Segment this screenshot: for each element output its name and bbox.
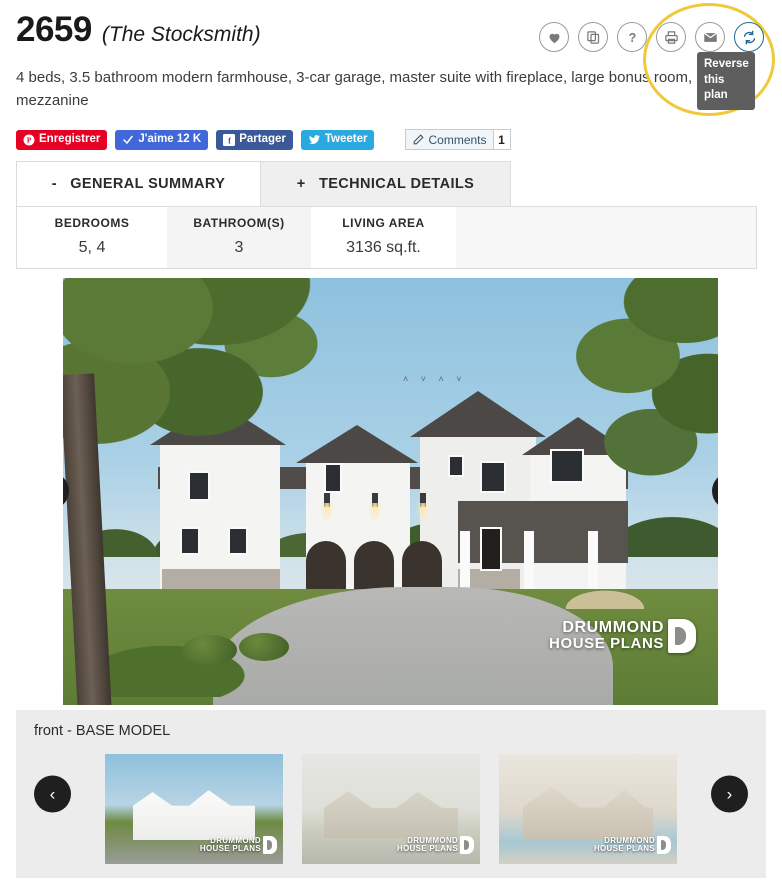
stat-bedrooms-label: BEDROOMS <box>54 215 130 230</box>
pinterest-save-label: Enregistrer <box>39 132 101 145</box>
plan-name: (The Stocksmith) <box>101 23 261 46</box>
hedge-b <box>239 632 289 661</box>
porch-column-1 <box>460 530 470 593</box>
watermark: DRUMMOND HOUSE PLANS <box>549 618 696 653</box>
thumbnail-item[interactable]: DRUMMOND HOUSE PLANS <box>105 754 283 864</box>
stat-bathrooms: BATHROOM(S) 3 <box>167 206 311 268</box>
question-icon[interactable]: ? <box>617 22 647 52</box>
drummond-d-logo-icon <box>460 836 474 854</box>
thumbnail-watermark: DRUMMOND HOUSE PLANS <box>200 836 277 854</box>
envelope-icon[interactable] <box>695 22 725 52</box>
thumbnail-list: DRUMMOND HOUSE PLANS DRUMMOND HOUSE PLAN… <box>16 754 766 864</box>
thumbnail-next-button[interactable]: › <box>711 775 748 813</box>
watermark-line-1: DRUMMOND <box>562 618 664 636</box>
drummond-d-logo-icon <box>657 836 671 854</box>
tab-general-summary-label: GENERAL SUMMARY <box>70 175 226 192</box>
stat-living-area-value: 3136 sq.ft. <box>346 238 421 256</box>
tab-general-summary[interactable]: - GENERAL SUMMARY <box>16 160 261 206</box>
gallery-caption: front - BASE MODEL <box>34 723 171 739</box>
twitter-tweet-label: Tweeter <box>324 132 368 145</box>
thumbnail-strip: front - BASE MODEL DRUMMOND HOUSE PLANS … <box>16 710 766 878</box>
garage-lamp-3 <box>416 492 430 523</box>
stat-bathrooms-value: 3 <box>234 238 244 256</box>
tab-technical-details-prefix: + <box>296 175 306 192</box>
tab-general-summary-prefix: - <box>51 175 57 192</box>
hedge-a <box>183 634 237 665</box>
front-door <box>480 526 502 571</box>
window-arched-center <box>480 460 506 493</box>
facebook-like-label: J'aime 12 K <box>138 132 202 145</box>
drummond-d-logo-icon <box>668 618 696 653</box>
garage-door-3 <box>402 540 442 593</box>
svg-text:?: ? <box>628 30 636 44</box>
tab-technical-details[interactable]: + TECHNICAL DETAILS <box>261 160 511 206</box>
chevron-left-icon: ‹ <box>49 784 56 804</box>
drummond-d-logo-icon <box>263 836 277 854</box>
stats-filler <box>456 206 756 268</box>
reverse-plan-tooltip: Reverse this plan <box>697 52 755 110</box>
window-gable-center <box>448 454 464 477</box>
chevron-right-icon: › <box>726 784 733 804</box>
thumbnail-watermark-line-2: HOUSE PLANS <box>199 844 261 853</box>
stat-bedrooms: BEDROOMS 5, 4 <box>17 206 167 268</box>
hero-image[interactable]: ˄ ˅ ˄ ˅ DRUMMOND HOUSE PLANS <box>63 277 718 705</box>
printer-icon[interactable] <box>656 22 686 52</box>
thumbnail-watermark-line-2: HOUSE PLANS <box>593 844 655 853</box>
plan-stats-table: BEDROOMS 5, 4 BATHROOM(S) 3 LIVING AREA … <box>16 205 757 269</box>
garage-door-2 <box>354 540 394 593</box>
comments-label: Comments <box>428 132 487 147</box>
comments-control: Comments 1 <box>405 129 511 150</box>
foreground-tree-left <box>63 277 343 554</box>
thumbnail-watermark: DRUMMOND HOUSE PLANS <box>397 836 474 854</box>
stat-bedrooms-value: 5, 4 <box>78 238 106 256</box>
ornamental-grasses <box>540 554 670 609</box>
social-share-row: P Enregistrer J'aime 12 K f Partager Twe… <box>0 113 782 155</box>
facebook-like-button[interactable]: J'aime 12 K <box>115 129 209 150</box>
twitter-tweet-button[interactable]: Tweeter <box>300 129 375 150</box>
detail-tabs: - GENERAL SUMMARY + TECHNICAL DETAILS <box>16 160 511 206</box>
plan-description: 4 beds, 3.5 bathroom modern farmhouse, 3… <box>16 69 693 110</box>
heart-icon[interactable] <box>539 22 569 52</box>
tab-technical-details-label: TECHNICAL DETAILS <box>318 175 475 192</box>
thumbnail-item[interactable]: DRUMMOND HOUSE PLANS <box>499 754 677 864</box>
svg-text:f: f <box>228 135 231 145</box>
action-icon-bar: ? <box>539 22 764 52</box>
comments-button[interactable]: Comments <box>405 129 494 150</box>
stat-bathrooms-label: BATHROOM(S) <box>193 215 285 230</box>
thumbnail-watermark-line-2: HOUSE PLANS <box>396 844 458 853</box>
facebook-share-label: Partager <box>239 132 286 145</box>
pinterest-save-button[interactable]: P Enregistrer <box>16 129 108 150</box>
garage-lamp-2 <box>368 492 382 523</box>
stat-living-area: LIVING AREA 3136 sq.ft. <box>311 206 456 268</box>
copy-icon[interactable] <box>578 22 608 52</box>
stat-living-area-label: LIVING AREA <box>342 215 425 230</box>
thumbnail-item[interactable]: DRUMMOND HOUSE PLANS <box>302 754 480 864</box>
thumbnail-prev-button[interactable]: ‹ <box>34 775 71 813</box>
watermark-line-2: HOUSE PLANS <box>549 635 664 652</box>
porch-column-2 <box>524 530 534 593</box>
foreground-tree-right <box>552 277 718 534</box>
reverse-icon[interactable] <box>734 22 764 52</box>
comments-count[interactable]: 1 <box>493 129 511 150</box>
svg-text:P: P <box>27 136 32 144</box>
plan-number: 2659 <box>16 10 92 49</box>
facebook-share-button[interactable]: f Partager <box>216 129 293 150</box>
birds: ˄ ˅ ˄ ˅ <box>403 373 467 384</box>
thumbnail-watermark: DRUMMOND HOUSE PLANS <box>594 836 671 854</box>
